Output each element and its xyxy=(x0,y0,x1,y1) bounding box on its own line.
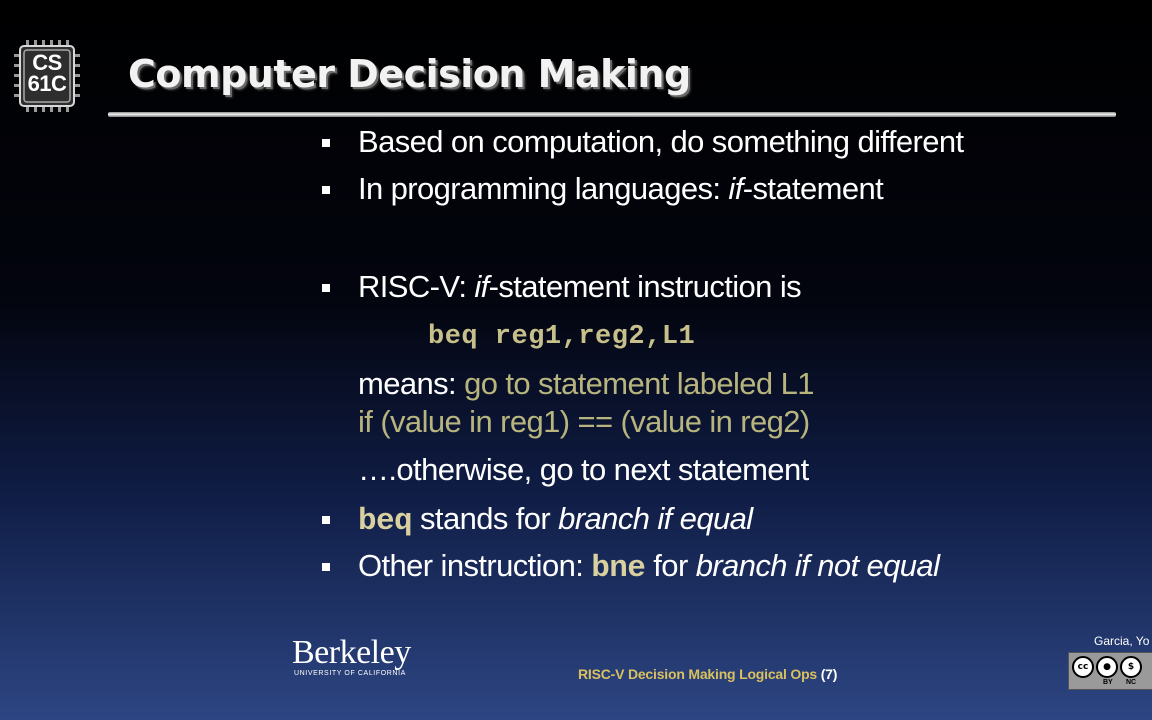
bullet-2-suffix: -statement xyxy=(742,171,884,206)
bullet-1: Based on computation, do something diffe… xyxy=(358,124,964,159)
bullet-3-prefix: RISC-V: xyxy=(358,269,475,304)
means-colon: : xyxy=(448,366,465,401)
cs61c-logo: CS 61C xyxy=(14,40,80,112)
cc-license-badge: cc ● $ BY NC xyxy=(1068,652,1152,690)
berkeley-logo: Berkeley UNIVERSITY OF CALIFORNIA xyxy=(292,634,422,678)
cc-nc-label: NC xyxy=(1126,679,1137,686)
bullet-marker-4 xyxy=(322,516,330,524)
cc-by-label: BY xyxy=(1103,679,1113,686)
condition-line: if (value in reg1) == (value in reg2) xyxy=(358,404,810,439)
bullet-2-if: if xyxy=(728,171,743,206)
logo-line-1: CS xyxy=(32,50,62,75)
means-label: means xyxy=(358,366,449,401)
berkeley-wordmark: Berkeley xyxy=(292,634,411,671)
bullet-5: Other instruction: bne for branch if not… xyxy=(358,548,940,586)
otherwise-line: ….otherwise, go to next statement xyxy=(358,452,809,487)
slide-footer: RISC-V Decision Making Logical Ops (7) xyxy=(578,666,837,682)
bullet-marker-3 xyxy=(322,284,330,292)
logo-text: CS 61C xyxy=(22,50,72,96)
bullet-3-if: if xyxy=(474,269,489,304)
bullet-5-code: bne xyxy=(591,551,646,586)
title-divider xyxy=(108,112,1116,117)
bullet-5-prefix: Other instruction: xyxy=(358,548,592,583)
berkeley-subtitle: UNIVERSITY OF CALIFORNIA xyxy=(294,670,406,677)
bullet-marker-2 xyxy=(322,186,330,194)
bullet-2: In programming languages: if-statement xyxy=(358,171,884,207)
footer-page-number: (7) xyxy=(820,666,838,682)
bullet-4: beq stands for branch if equal xyxy=(358,501,753,539)
bullet-marker-1 xyxy=(322,139,330,147)
bullet-4-code: beq xyxy=(358,504,413,539)
bullet-4-em: branch if equal xyxy=(558,501,753,536)
means-line: means: go to statement labeled L1 xyxy=(358,366,814,402)
beq-instruction: beq reg1,reg2,L1 xyxy=(428,322,696,352)
cc-icon: cc xyxy=(1072,656,1094,678)
bullet-3: RISC-V: if-statement instruction is xyxy=(358,269,802,305)
attribution-icon: ● xyxy=(1096,656,1118,678)
footer-label: RISC-V Decision Making Logical Ops xyxy=(578,666,821,682)
bullet-3-suffix: -statement instruction is xyxy=(488,269,802,304)
bullet-5-text: for xyxy=(645,548,696,583)
means-text: go to statement labeled L1 xyxy=(464,366,814,401)
bullet-5-em: branch if not equal xyxy=(695,548,940,583)
bullet-4-text: stands for xyxy=(412,501,559,536)
slide-title: Computer Decision Making xyxy=(128,52,691,96)
bullet-marker-5 xyxy=(322,563,330,571)
logo-line-2: 61C xyxy=(27,71,67,96)
author-credit: Garcia, Yo xyxy=(1094,634,1150,648)
noncommercial-icon: $ xyxy=(1120,656,1142,678)
bullet-2-prefix: In programming languages: xyxy=(358,171,729,206)
